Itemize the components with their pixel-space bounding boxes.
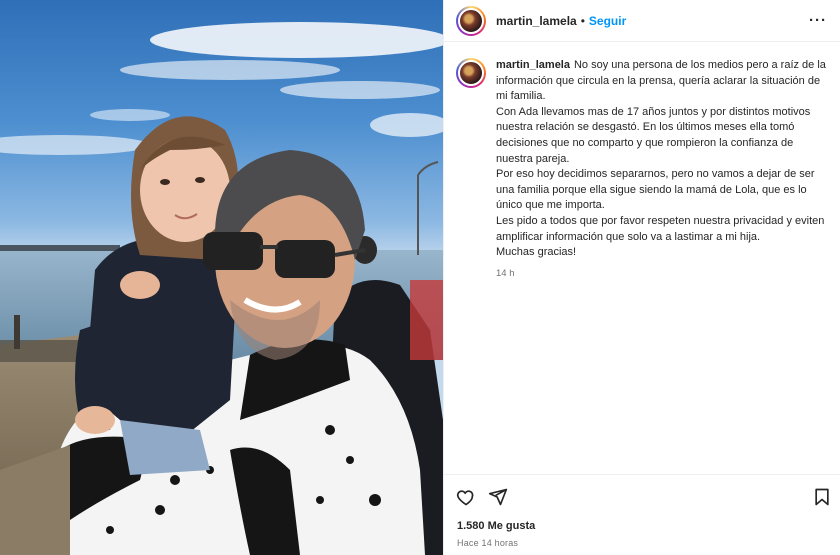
bookmark-icon[interactable] bbox=[812, 487, 832, 507]
likes-count[interactable]: 1.580 Me gusta bbox=[457, 520, 535, 532]
heart-icon[interactable] bbox=[456, 487, 476, 507]
follow-button[interactable]: Seguir bbox=[589, 14, 626, 28]
header-separator: • bbox=[580, 13, 585, 28]
photo-illustration bbox=[0, 22, 443, 555]
post-side-panel: martin_lamela • Seguir ··· martin_lamela… bbox=[443, 0, 840, 555]
paper-plane-icon[interactable] bbox=[488, 487, 508, 507]
caption-line-4: Les pido a todos que por favor respeten … bbox=[496, 214, 825, 243]
avatar-image bbox=[458, 7, 484, 34]
caption-body: martin_lamela No soy una persona de los m… bbox=[496, 58, 829, 474]
caption-timestamp[interactable]: 14 h bbox=[496, 268, 829, 279]
caption-text: martin_lamela No soy una persona de los m… bbox=[496, 58, 829, 261]
caption-author-avatar[interactable] bbox=[456, 58, 486, 88]
action-bar: 1.580 Me gusta Hace 14 horas bbox=[444, 474, 840, 555]
caption-username[interactable]: martin_lamela bbox=[496, 59, 570, 71]
posted-time[interactable]: Hace 14 horas bbox=[457, 538, 518, 548]
post-header: martin_lamela • Seguir ··· bbox=[444, 0, 840, 42]
caption-line-3: Por eso hoy decidimos separarnos, pero n… bbox=[496, 168, 815, 212]
avatar-image bbox=[458, 60, 484, 86]
caption-line-2: Con Ada llevamos mas de 17 años juntos y… bbox=[496, 105, 811, 165]
more-options-icon[interactable]: ··· bbox=[809, 12, 827, 29]
caption-section: martin_lamela No soy una persona de los m… bbox=[444, 42, 840, 474]
author-username[interactable]: martin_lamela bbox=[496, 14, 577, 28]
author-avatar[interactable] bbox=[456, 5, 486, 36]
post-photo[interactable] bbox=[0, 0, 443, 555]
caption-line-5: Muchas gracias! bbox=[496, 246, 577, 259]
